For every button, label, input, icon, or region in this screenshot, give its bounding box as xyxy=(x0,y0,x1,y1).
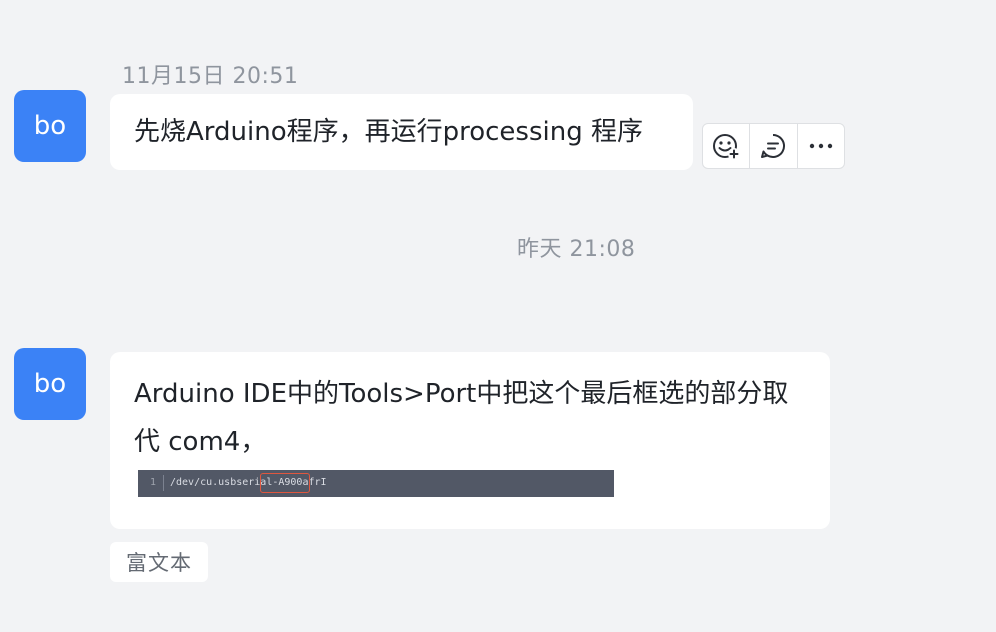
add-emoji-icon xyxy=(713,134,741,160)
message-text: Arduino IDE中的Tools>Port中把这个最后框选的部分取代 com… xyxy=(134,379,789,457)
reply-icon xyxy=(761,133,786,158)
chat-window: 11月15日 20:51 bo 先烧Arduino程序，再运行processin… xyxy=(0,0,996,632)
highlight-box xyxy=(260,473,310,493)
add-reaction-button[interactable] xyxy=(703,124,751,168)
rich-text-tag[interactable]: 富文本 xyxy=(110,542,208,582)
message-timestamp: 11月15日 20:51 xyxy=(122,64,299,89)
message-actions-toolbar xyxy=(702,123,845,169)
code-gutter-divider xyxy=(163,475,164,491)
message-timestamp: 昨天 21:08 xyxy=(517,237,636,262)
reply-button[interactable] xyxy=(750,124,798,168)
message-bubble[interactable]: Arduino IDE中的Tools>Port中把这个最后框选的部分取代 com… xyxy=(110,352,830,529)
avatar[interactable]: bo xyxy=(14,348,86,420)
message-bubble[interactable]: 先烧Arduino程序，再运行processing 程序 xyxy=(110,94,693,170)
more-icon xyxy=(809,143,833,149)
message-text: 先烧Arduino程序，再运行processing 程序 xyxy=(134,117,643,147)
code-line-number: 1 xyxy=(150,477,157,488)
more-button[interactable] xyxy=(798,124,844,168)
avatar[interactable]: bo xyxy=(14,90,86,162)
code-screenshot-image[interactable]: 1 /dev/cu.usbserial-A900afrI xyxy=(138,470,614,497)
